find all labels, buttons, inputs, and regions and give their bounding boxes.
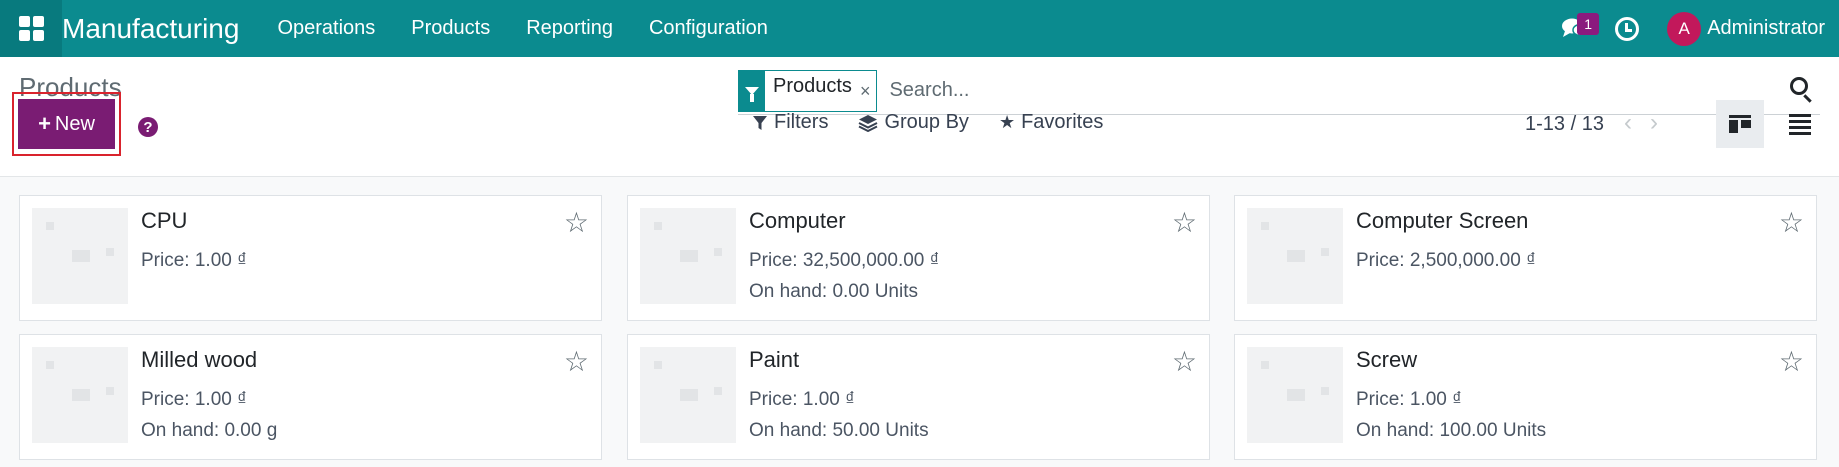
next-page-icon[interactable]: › — [1650, 109, 1658, 137]
previous-page-icon[interactable]: ‹ — [1624, 109, 1632, 137]
top-navbar: Manufacturing Operations Products Report… — [0, 0, 1839, 57]
user-menu[interactable]: Administrator — [1707, 17, 1825, 40]
product-card[interactable]: CPU Price: 1.00 ₫ ☆ — [19, 195, 602, 321]
apps-grid-icon — [18, 16, 44, 41]
activity-clock-icon[interactable] — [1615, 16, 1640, 41]
favorite-star-icon[interactable]: ☆ — [1779, 206, 1804, 239]
product-card[interactable]: Computer Screen Price: 2,500,000.00 ₫ ☆ — [1234, 195, 1817, 321]
search-facet: Products × — [738, 69, 878, 112]
product-image-placeholder — [32, 347, 128, 443]
product-name: Milled wood — [141, 347, 258, 372]
filter-icon — [739, 70, 765, 111]
product-price: Price: 2,500,000.00 ₫ — [1356, 250, 1536, 271]
menu-configuration[interactable]: Configuration — [631, 17, 786, 40]
favorite-star-icon[interactable]: ☆ — [1172, 206, 1197, 239]
favorites-label: Favorites — [1021, 111, 1104, 133]
favorite-star-icon[interactable]: ☆ — [564, 206, 589, 239]
list-icon — [1789, 111, 1811, 138]
search-input[interactable] — [889, 79, 1740, 102]
funnel-icon — [753, 115, 767, 130]
product-name: Paint — [749, 347, 800, 372]
group-by-button[interactable]: Group By — [858, 111, 969, 134]
product-image-placeholder — [32, 208, 128, 304]
facet-remove-icon[interactable]: × — [860, 71, 877, 111]
favorite-star-icon[interactable]: ☆ — [1172, 345, 1197, 378]
kanban-view-button[interactable] — [1716, 100, 1764, 148]
product-name: Computer — [749, 208, 846, 233]
search-options: Filters Group By ★ Favorites — [752, 111, 1133, 134]
product-on-hand: On hand: 0.00 Units — [749, 281, 918, 302]
product-name: Computer Screen — [1356, 208, 1529, 233]
messages-button[interactable]: 1 — [1555, 9, 1599, 49]
menu-reporting[interactable]: Reporting — [508, 17, 631, 40]
product-name: Screw — [1356, 347, 1418, 372]
product-card[interactable]: Computer Price: 32,500,000.00 ₫ On hand:… — [627, 195, 1210, 321]
new-button[interactable]: + New — [18, 99, 115, 149]
product-on-hand: On hand: 100.00 Units — [1356, 420, 1547, 441]
favorite-star-icon[interactable]: ☆ — [564, 345, 589, 378]
navbar-systray: 1 A Administrator — [1555, 0, 1839, 57]
product-card[interactable]: Paint Price: 1.00 ₫ On hand: 50.00 Units… — [627, 334, 1210, 460]
product-image-placeholder — [640, 347, 736, 443]
menu-operations[interactable]: Operations — [259, 17, 393, 40]
product-price: Price: 1.00 ₫ — [1356, 389, 1462, 410]
plus-icon: + — [38, 111, 51, 136]
product-price: Price: 1.00 ₫ — [749, 389, 855, 410]
product-price: Price: 1.00 ₫ — [141, 389, 247, 410]
product-image-placeholder — [1247, 347, 1343, 443]
search-icon[interactable] — [1790, 77, 1808, 95]
group-by-label: Group By — [884, 111, 969, 133]
list-view-button[interactable] — [1776, 100, 1824, 148]
filters-label: Filters — [774, 111, 829, 133]
menu-products[interactable]: Products — [393, 17, 508, 40]
message-count-badge: 1 — [1577, 12, 1599, 35]
kanban-view: CPU Price: 1.00 ₫ ☆ Computer Price: 32,5… — [0, 177, 1839, 467]
app-menu-button[interactable] — [0, 0, 62, 57]
product-on-hand: On hand: 0.00 g — [141, 420, 278, 441]
kanban-icon — [1729, 115, 1751, 133]
product-card[interactable]: Milled wood Price: 1.00 ₫ On hand: 0.00 … — [19, 334, 602, 460]
search-bar: Products × — [738, 67, 1820, 115]
new-button-label: New — [54, 112, 95, 135]
favorites-button[interactable]: ★ Favorites — [999, 111, 1103, 134]
pager-value[interactable]: 1-13 / 13 — [1525, 113, 1604, 136]
layers-icon — [859, 114, 878, 132]
product-on-hand: On hand: 50.00 Units — [749, 420, 929, 441]
app-title[interactable]: Manufacturing — [62, 13, 239, 45]
product-image-placeholder — [640, 208, 736, 304]
product-price: Price: 1.00 ₫ — [141, 250, 247, 271]
product-price: Price: 32,500,000.00 ₫ — [749, 250, 940, 271]
star-icon: ★ — [998, 112, 1016, 132]
facet-label: Products — [773, 74, 852, 97]
help-icon[interactable]: ? — [138, 117, 158, 137]
product-image-placeholder — [1247, 208, 1343, 304]
product-card[interactable]: Screw Price: 1.00 ₫ On hand: 100.00 Unit… — [1234, 334, 1817, 460]
pager-arrows: ‹ › — [1624, 109, 1676, 137]
favorite-star-icon[interactable]: ☆ — [1779, 345, 1804, 378]
control-panel: Products + New ? Products × Filters Grou… — [0, 57, 1839, 177]
filters-button[interactable]: Filters — [752, 111, 828, 134]
product-name: CPU — [141, 208, 188, 233]
avatar[interactable]: A — [1667, 11, 1702, 46]
